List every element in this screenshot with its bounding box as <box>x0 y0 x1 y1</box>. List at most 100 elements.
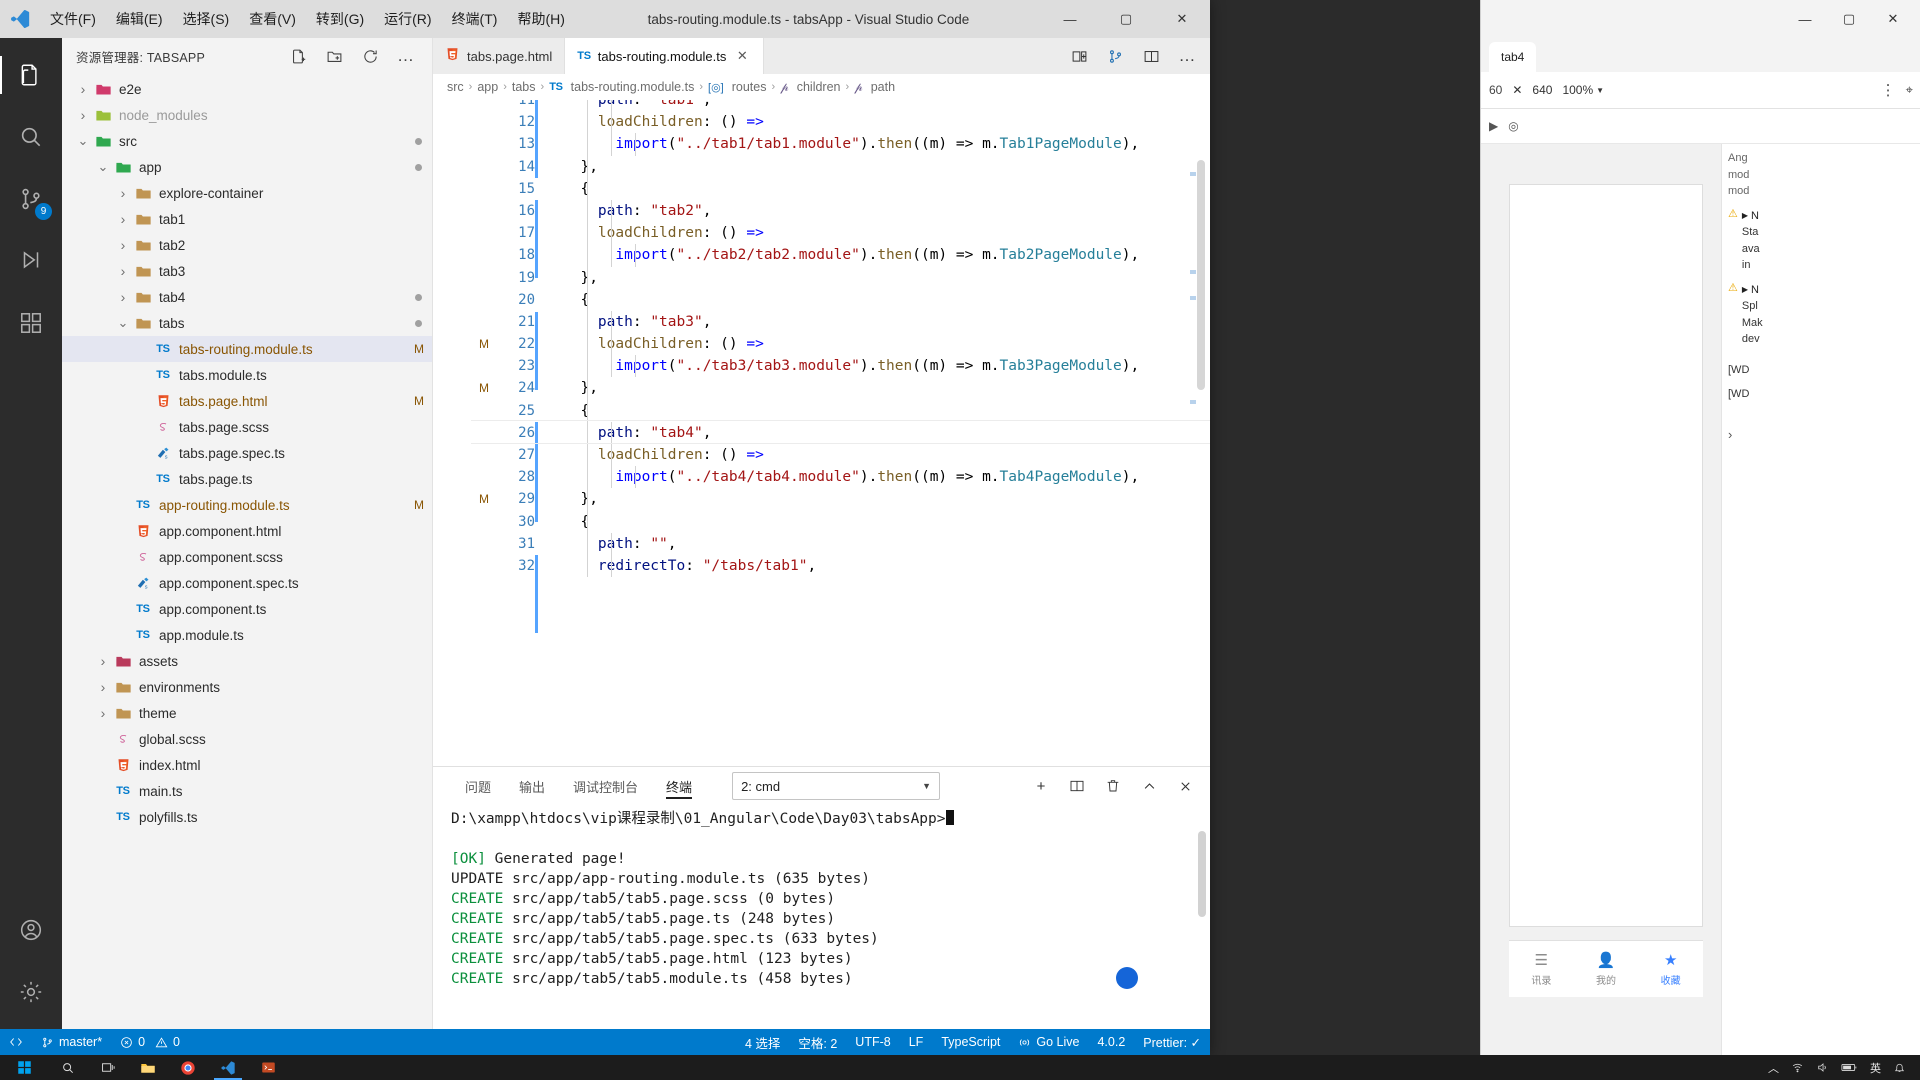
status-go-live[interactable]: Go Live <box>1009 1029 1088 1055</box>
terminal-scrollbar[interactable] <box>1198 831 1206 1023</box>
tree-folder-theme[interactable]: › theme <box>62 700 432 726</box>
sound-icon[interactable] <box>1810 1055 1835 1080</box>
bg-circle-icon[interactable]: ◎ <box>1508 119 1518 133</box>
code-line[interactable]: 32 redirectTo: "/tabs/tab1", <box>471 554 1210 578</box>
code-editor[interactable]: 11 path: "tab1", 12 loadChildren: () => 13… <box>433 100 1210 766</box>
tree-file-app.component.html[interactable]: app.component.html <box>62 518 432 544</box>
split-editor-icon[interactable] <box>1062 38 1096 74</box>
terminal-scrollbar-thumb[interactable] <box>1198 831 1206 917</box>
breadcrumb-item[interactable]: src <box>447 80 464 94</box>
more-actions-icon[interactable]: … <box>388 40 424 72</box>
notifications-icon[interactable] <box>1887 1055 1912 1080</box>
chevron-right-icon[interactable]: ▶ <box>1742 284 1748 296</box>
tree-file-tabs.module.ts[interactable]: TS tabs.module.ts <box>62 362 432 388</box>
code-line[interactable]: 16 path: "tab2", <box>471 199 1210 223</box>
status-problems[interactable]: 0 0 <box>111 1029 189 1055</box>
code-line[interactable]: 11 path: "tab1", <box>471 100 1210 112</box>
split-terminal-icon[interactable] <box>1060 769 1094 803</box>
chevron-down-icon[interactable]: ⌄ <box>74 133 92 149</box>
breadcrumb-item[interactable]: children <box>797 80 841 94</box>
editor-scrollbar-thumb[interactable] <box>1197 160 1205 390</box>
tree-folder-assets[interactable]: › assets <box>62 648 432 674</box>
tree-file-app-routing.module.ts[interactable]: TS app-routing.module.ts M <box>62 492 432 518</box>
tree-folder-tab3[interactable]: › tab3 <box>62 258 432 284</box>
code-line[interactable]: 15 { <box>471 177 1210 200</box>
code-line[interactable]: 14 }, <box>471 155 1210 178</box>
editor-tab-close-icon[interactable]: ✕ <box>733 47 751 65</box>
chevron-down-icon[interactable]: ⌄ <box>114 315 132 331</box>
minimize-button[interactable]: — <box>1042 0 1098 38</box>
taskbar-explorer-icon[interactable] <box>128 1055 168 1080</box>
tree-file-tabs.page.scss[interactable]: tabs.page.scss <box>62 414 432 440</box>
menu-help[interactable]: 帮助(H) <box>507 5 574 33</box>
tree-file-tabs.page.spec.ts[interactable]: s tabs.page.spec.ts <box>62 440 432 466</box>
menu-selection[interactable]: 选择(S) <box>173 5 240 33</box>
code-line[interactable]: 13 import("../tab1/tab1.module").then((m… <box>471 133 1210 156</box>
bg-inspect-icon[interactable]: ⌖ <box>1906 82 1913 98</box>
maximize-button[interactable]: ▢ <box>1098 0 1154 38</box>
taskbar-taskview-icon[interactable] <box>88 1055 128 1080</box>
code-line[interactable]: 25 { <box>471 399 1210 422</box>
start-button-icon[interactable] <box>0 1055 48 1080</box>
panel-tab-debug-console[interactable]: 调试控制台 <box>559 767 652 805</box>
panel-tab-terminal[interactable]: 终端 <box>652 767 706 805</box>
breadcrumb-item[interactable]: routes <box>732 80 767 94</box>
chevron-right-icon[interactable]: › <box>114 185 132 201</box>
tree-folder-environments[interactable]: › environments <box>62 674 432 700</box>
refresh-icon[interactable] <box>352 40 388 72</box>
activity-explorer-icon[interactable] <box>0 44 62 106</box>
bg-minimize-button[interactable]: — <box>1783 2 1827 36</box>
tree-file-main.ts[interactable]: TS main.ts <box>62 778 432 804</box>
menu-run[interactable]: 运行(R) <box>374 5 441 33</box>
breadcrumb-item[interactable]: tabs-routing.module.ts <box>571 80 695 94</box>
ime-icon[interactable]: 英 <box>1864 1055 1887 1080</box>
device-width[interactable]: 60 <box>1489 83 1502 97</box>
activity-run-debug-icon[interactable] <box>0 230 62 292</box>
editor-tab-tabs-page-html[interactable]: tabs.page.html <box>433 38 566 74</box>
status-selection[interactable]: 4 选择 <box>736 1029 789 1055</box>
chevron-right-icon[interactable]: › <box>94 705 112 721</box>
tree-folder-e2e[interactable]: › e2e <box>62 76 432 102</box>
tree-folder-app[interactable]: ⌄ app <box>62 154 432 180</box>
new-folder-icon[interactable] <box>316 40 352 72</box>
chevron-right-icon[interactable]: › <box>114 289 132 305</box>
tree-file-tabs-routing.module.ts[interactable]: TS tabs-routing.module.ts M <box>62 336 432 362</box>
maximize-panel-icon[interactable] <box>1132 769 1166 803</box>
taskbar-terminal-icon[interactable] <box>248 1055 288 1080</box>
bg-play-icon[interactable]: ▶ <box>1489 119 1498 133</box>
activity-source-control-icon[interactable]: 9 <box>0 168 62 230</box>
tree-file-app.component.ts[interactable]: TS app.component.ts <box>62 596 432 622</box>
more-actions-icon[interactable]: … <box>1170 38 1204 74</box>
phone-tab-me[interactable]: 👤 我的 <box>1574 941 1639 997</box>
menu-go[interactable]: 转到(G) <box>306 5 374 33</box>
terminal-output[interactable]: D:\xampp\htdocs\vip课程录制\01_Angular\Code\… <box>433 805 1210 1029</box>
chevron-up-icon[interactable]: ︿ <box>1762 1055 1785 1080</box>
code-line[interactable]: 19 }, <box>471 266 1210 289</box>
tree-file-app.component.spec.ts[interactable]: s app.component.spec.ts <box>62 570 432 596</box>
tree-file-index.html[interactable]: index.html <box>62 752 432 778</box>
tree-folder-node_modules[interactable]: › node_modules <box>62 102 432 128</box>
code-line[interactable]: 12 loadChildren: () => <box>471 111 1210 134</box>
code-line[interactable]: 18 import("../tab2/tab2.module").then((m… <box>471 244 1210 267</box>
code-line[interactable]: M 22 loadChildren: () => <box>471 333 1210 356</box>
tree-folder-tab1[interactable]: › tab1 <box>62 206 432 232</box>
breadcrumb-item[interactable]: app <box>477 80 498 94</box>
status-version[interactable]: 4.0.2 <box>1088 1029 1134 1055</box>
close-button[interactable]: ✕ <box>1154 0 1210 38</box>
tree-folder-tabs[interactable]: ⌄ tabs <box>62 310 432 336</box>
editor-scrollbar[interactable] <box>1196 100 1208 766</box>
tree-file-tabs.page.html[interactable]: tabs.page.html M <box>62 388 432 414</box>
chevron-right-icon[interactable]: ▶ <box>1742 210 1748 222</box>
menu-view[interactable]: 查看(V) <box>239 5 306 33</box>
chevron-right-icon[interactable]: › <box>94 679 112 695</box>
code-line[interactable]: 21 path: "tab3", <box>471 310 1210 334</box>
status-prettier[interactable]: Prettier: ✓ <box>1134 1029 1210 1055</box>
status-branch[interactable]: master* <box>32 1029 111 1055</box>
code-line[interactable]: M 24 }, <box>471 377 1210 400</box>
activity-extensions-icon[interactable] <box>0 292 62 354</box>
file-tree[interactable]: › e2e › node_modules ⌄ src ⌄ app › explore-contai… <box>62 74 432 1029</box>
code-lines[interactable]: 11 path: "tab1", 12 loadChildren: () => 13… <box>471 100 1210 766</box>
new-terminal-icon[interactable]: + <box>1024 769 1058 803</box>
source-control-icon[interactable] <box>1098 38 1132 74</box>
activity-search-icon[interactable] <box>0 106 62 168</box>
